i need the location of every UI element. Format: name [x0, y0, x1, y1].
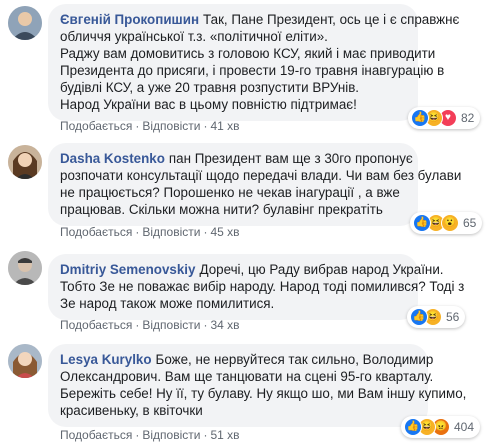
comment-text: не працюється? Порошенко не чекав інагур… [60, 185, 400, 200]
comment-text: Боже, не нервуйтеся так сильно, Володими… [155, 352, 434, 367]
comment-text: Народ України вас в цьому повністю підтр… [60, 97, 357, 112]
separator: · [203, 119, 208, 133]
comment-text: обличчя української т.з. «політичної елі… [60, 29, 328, 44]
comment-author[interactable]: Dasha Kostenko [60, 151, 165, 166]
comment-actions: Подобається · Відповісти · 34 хв [60, 318, 240, 332]
reaction-count: 404 [454, 420, 475, 434]
comment-bubble: Lesya Kurylko Боже, не нервуйтеся так сил… [48, 344, 467, 427]
comment-bubble: Євгеній Прокопишин Так, Пане Президент, о… [48, 4, 459, 121]
wow-reaction-icon: 😮 [441, 214, 459, 232]
comment-author[interactable]: Dmitriy Semenovskiy [60, 262, 195, 277]
comment-time[interactable]: 51 хв [210, 428, 239, 442]
avatar[interactable] [8, 6, 42, 40]
like-button[interactable]: Подобається [60, 225, 132, 239]
comment-text: Раджу вам домовитись з головою КСУ, який… [60, 46, 436, 61]
comment-text: Тобто Зе не поважає вибір народу. Народ … [60, 279, 465, 294]
reaction-count: 56 [446, 310, 460, 324]
comment-author[interactable]: Lesya Kurylko [60, 352, 152, 367]
reply-button[interactable]: Відповісти [142, 225, 200, 239]
reaction-summary[interactable]: 👍 😆 😮 65 [410, 212, 483, 234]
reaction-summary[interactable]: 👍 😆 ♥ 82 [408, 107, 481, 129]
reaction-summary[interactable]: 👍 😆 56 [407, 306, 466, 328]
like-reaction-icon: 👍 [413, 214, 431, 232]
comment-text: красивеньку, в квіточки [60, 403, 203, 418]
comment-author[interactable]: Євгеній Прокопишин [60, 12, 199, 27]
comment-text: працював. Скільки можна нити? булавінг п… [60, 202, 383, 217]
comment-time[interactable]: 34 хв [210, 318, 239, 332]
separator: · [135, 225, 140, 239]
avatar[interactable] [8, 344, 42, 378]
avatar[interactable] [8, 251, 42, 285]
reaction-count: 65 [463, 216, 477, 230]
comment-bubble: Dmitriy Semenovskiy Доречі, цю Раду вибра… [48, 254, 465, 320]
comment-text: розпочати консультації щодо передачі вла… [60, 168, 462, 183]
comment-actions: Подобається · Відповісти · 51 хв [60, 428, 240, 442]
separator: · [203, 225, 208, 239]
comment-text: Доречі, цю Раду вибрав народ України. [199, 262, 444, 277]
like-button[interactable]: Подобається [60, 318, 132, 332]
like-button[interactable]: Подобається [60, 119, 132, 133]
comment-text: Олександрович. Вам ще танцювати на сцені… [60, 369, 434, 384]
reaction-summary[interactable]: 👍 😆 😠 404 [401, 416, 481, 438]
reply-button[interactable]: Відповісти [142, 428, 200, 442]
like-button[interactable]: Подобається [60, 428, 132, 442]
reply-button[interactable]: Відповісти [142, 119, 200, 133]
separator: · [203, 428, 208, 442]
comment-bubble: Dasha Kostenko пан Президент вам ще з 30г… [48, 143, 462, 226]
comment-text: Так, Пане Президент, ось це і є справжнє [203, 12, 460, 27]
separator: · [135, 428, 140, 442]
reply-button[interactable]: Відповісти [142, 318, 200, 332]
like-reaction-icon: 👍 [411, 109, 429, 127]
avatar[interactable] [8, 145, 42, 179]
comment-text: пан Президент вам ще з 30го пропонує [168, 151, 413, 166]
comment-text: будівлі КСУ, а уже 20 травня розпустити … [60, 80, 360, 95]
comment-time[interactable]: 45 хв [210, 225, 239, 239]
separator: · [135, 119, 140, 133]
comment-actions: Подобається · Відповісти · 45 хв [60, 225, 240, 239]
separator: · [135, 318, 140, 332]
comment-text: Президента до присяги, і провести 19-го … [60, 63, 445, 78]
reaction-count: 82 [461, 111, 475, 125]
comment-time[interactable]: 41 хв [210, 119, 239, 133]
like-reaction-icon: 👍 [404, 418, 422, 436]
comment-actions: Подобається · Відповісти · 41 хв [60, 119, 240, 133]
comment-text: Бережіть себе! Ну її, ту булаву. Ну якщо… [60, 386, 467, 401]
separator: · [203, 318, 208, 332]
like-reaction-icon: 👍 [410, 308, 428, 326]
comment-text: Зе народ також може помилитися. [60, 296, 275, 311]
